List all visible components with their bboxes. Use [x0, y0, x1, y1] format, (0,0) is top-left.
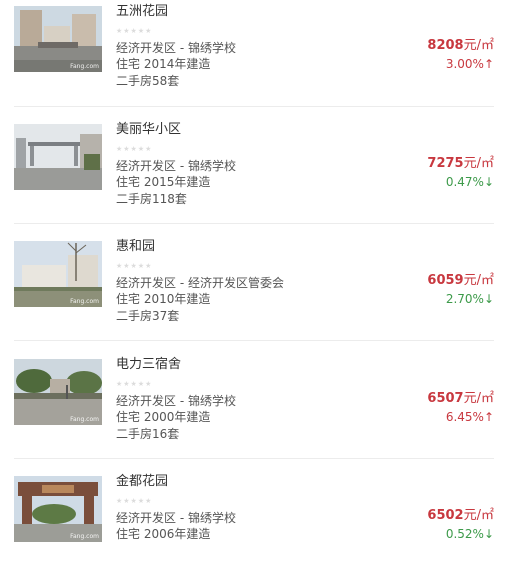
- arrow-up-icon: ↑: [483, 57, 494, 71]
- unit-price: 6507元/㎡: [427, 391, 494, 407]
- divider: [14, 223, 494, 224]
- rating-stars-icon: ★★★★★: [116, 380, 153, 388]
- price-value: 6507: [427, 391, 464, 406]
- community-photo[interactable]: Fang.com: [14, 6, 102, 72]
- community-name[interactable]: 金都花园: [116, 474, 168, 490]
- price-value: 6502: [427, 508, 464, 523]
- community-name[interactable]: 美丽华小区: [116, 122, 181, 138]
- change-value: 6.45%: [445, 410, 484, 424]
- watermark: Fang.com: [70, 533, 99, 540]
- divider: [14, 106, 494, 107]
- community-photo[interactable]: Fang.com: [14, 476, 102, 542]
- listing-item[interactable]: Fang.com 惠和园 ★★★★★ 经济开发区 - 经济开发区管委会 住宅 2…: [0, 235, 508, 353]
- community-photo[interactable]: [14, 124, 102, 190]
- listing-item[interactable]: Fang.com 五洲花园 ★★★★★ 经济开发区 - 锦绣学校 住宅 2014…: [0, 0, 508, 118]
- price-change: 0.47%↓: [446, 175, 494, 190]
- build-info: 住宅 2014年建造: [116, 57, 211, 71]
- second-hand-count[interactable]: 二手房118套: [116, 192, 187, 207]
- unit-price: 8208元/㎡: [427, 38, 494, 54]
- unit-price: 6059元/㎡: [427, 273, 494, 289]
- price-change: 0.52%↓: [446, 527, 494, 542]
- build-info: 住宅 2000年建造: [116, 410, 211, 424]
- watermark: Fang.com: [70, 416, 99, 423]
- listing-item[interactable]: Fang.com 金都花园 ★★★★★ 经济开发区 - 锦绣学校 住宅 2006…: [0, 470, 508, 588]
- price-change: 3.00%↑: [446, 57, 494, 72]
- second-hand-count[interactable]: 二手房16套: [116, 427, 179, 442]
- price-unit: 元/㎡: [463, 156, 494, 171]
- rating-stars-icon: ★★★★★: [116, 262, 153, 270]
- change-value: 0.52%: [445, 527, 484, 541]
- rating-stars-icon: ★★★★★: [116, 145, 153, 153]
- community-name[interactable]: 电力三宿舍: [116, 357, 181, 373]
- change-value: 0.47%: [445, 175, 484, 189]
- unit-price: 7275元/㎡: [427, 156, 494, 172]
- unit-price: 6502元/㎡: [427, 508, 494, 524]
- build-info: 住宅 2015年建造: [116, 175, 211, 189]
- community-photo[interactable]: Fang.com: [14, 359, 102, 425]
- community-location: 经济开发区 - 锦绣学校: [116, 41, 236, 55]
- arrow-up-icon: ↑: [483, 410, 494, 424]
- price-unit: 元/㎡: [463, 273, 494, 288]
- price-unit: 元/㎡: [463, 391, 494, 406]
- community-location: 经济开发区 - 经济开发区管委会: [116, 276, 284, 290]
- divider: [14, 340, 494, 341]
- price-change: 2.70%↓: [446, 292, 494, 307]
- community-location: 经济开发区 - 锦绣学校: [116, 511, 236, 525]
- build-info: 住宅 2006年建造: [116, 527, 211, 541]
- price-unit: 元/㎡: [463, 508, 494, 523]
- watermark: Fang.com: [70, 298, 99, 305]
- change-value: 2.70%: [445, 292, 484, 306]
- price-unit: 元/㎡: [463, 38, 494, 53]
- price-value: 6059: [427, 273, 464, 288]
- price-value: 7275: [427, 156, 464, 171]
- community-photo[interactable]: Fang.com: [14, 241, 102, 307]
- arrow-down-icon: ↓: [483, 527, 494, 541]
- watermark: Fang.com: [70, 63, 99, 70]
- second-hand-count[interactable]: 二手房37套: [116, 309, 179, 324]
- listing-item[interactable]: 美丽华小区 ★★★★★ 经济开发区 - 锦绣学校 住宅 2015年建造 二手房1…: [0, 118, 508, 236]
- rating-stars-icon: ★★★★★: [116, 497, 153, 505]
- arrow-down-icon: ↓: [483, 292, 494, 306]
- change-value: 3.00%: [445, 57, 484, 71]
- community-name[interactable]: 五洲花园: [116, 4, 168, 20]
- arrow-down-icon: ↓: [483, 175, 494, 189]
- community-name[interactable]: 惠和园: [116, 239, 155, 255]
- price-value: 8208: [427, 38, 464, 53]
- listing-item[interactable]: Fang.com 电力三宿舍 ★★★★★ 经济开发区 - 锦绣学校 住宅 200…: [0, 353, 508, 471]
- community-location: 经济开发区 - 锦绣学校: [116, 159, 236, 173]
- rating-stars-icon: ★★★★★: [116, 27, 153, 35]
- building-photo-icon: [14, 124, 102, 190]
- second-hand-count[interactable]: 二手房58套: [116, 74, 179, 89]
- divider: [14, 458, 494, 459]
- build-info: 住宅 2010年建造: [116, 292, 211, 306]
- price-change: 6.45%↑: [446, 410, 494, 425]
- community-location: 经济开发区 - 锦绣学校: [116, 394, 236, 408]
